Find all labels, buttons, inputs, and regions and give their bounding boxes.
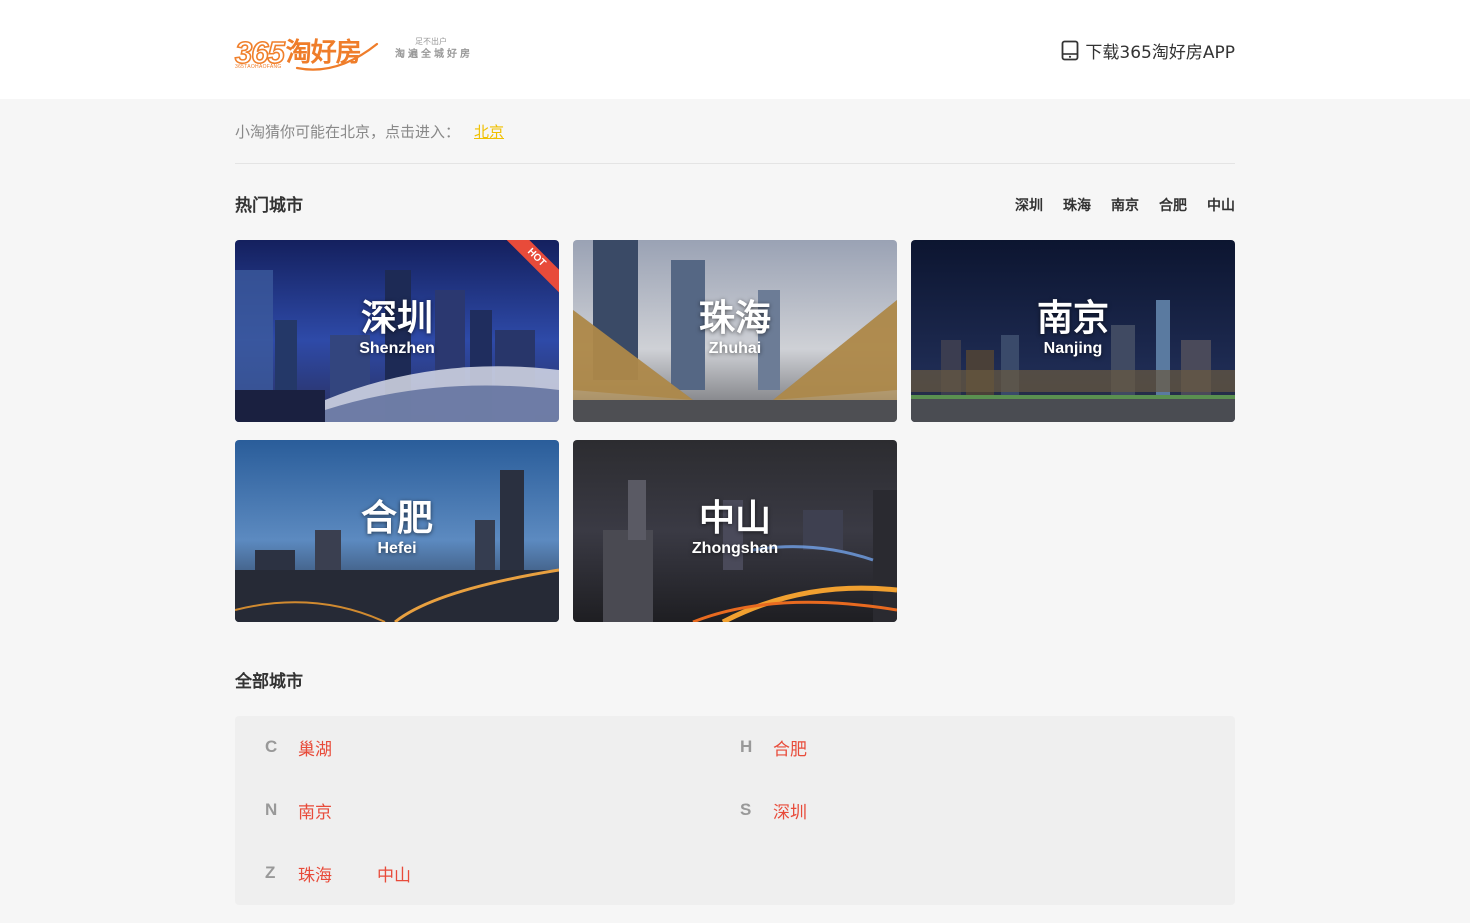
- city-card-text: 珠海 Zhuhai: [573, 298, 897, 360]
- location-guess-city-link[interactable]: 北京: [474, 121, 504, 142]
- city-card-name-cn: 南京: [1036, 298, 1109, 339]
- city-card-zhongshan[interactable]: 中山 Zhongshan: [573, 440, 897, 622]
- city-group-z: Z 珠海 中山: [235, 858, 456, 888]
- hot-link-shenzhen[interactable]: 深圳: [1015, 195, 1043, 215]
- city-card-text: 深圳 Shenzhen: [235, 298, 559, 360]
- city-link-chaohu[interactable]: 巢湖: [298, 735, 332, 760]
- city-link-zhuhai[interactable]: 珠海: [298, 861, 332, 886]
- city-group-c: C 巢湖: [235, 732, 377, 762]
- logo[interactable]: 365 淘好房 365TAOHAOFANG 足不出户 淘遍全城好房: [234, 28, 475, 72]
- city-card-name-en: Nanjing: [1043, 340, 1103, 357]
- city-group-h: H 合肥: [710, 732, 852, 762]
- city-group-letter: Z: [265, 863, 276, 882]
- city-card-nanjing[interactable]: 南京 Nanjing: [911, 240, 1235, 422]
- city-link-zhongshan[interactable]: 中山: [377, 861, 411, 886]
- city-card-text: 合肥 Hefei: [235, 498, 559, 560]
- city-card-shenzhen[interactable]: HOT 深圳 Shenzhen: [235, 240, 559, 422]
- city-group-letter: S: [740, 800, 752, 819]
- city-card-name-en: Zhongshan: [691, 540, 779, 557]
- city-card-name-en: Zhuhai: [708, 340, 762, 357]
- hot-link-nanjing[interactable]: 南京: [1111, 195, 1139, 215]
- city-card-zhuhai[interactable]: 珠海 Zhuhai: [573, 240, 897, 422]
- city-link-shenzhen[interactable]: 深圳: [773, 798, 807, 823]
- hot-link-zhongshan[interactable]: 中山: [1207, 195, 1235, 215]
- location-guess-prompt: 小淘猜你可能在北京，点击进入：: [235, 122, 461, 141]
- download-app-label: 下载365淘好房APP: [1085, 42, 1235, 63]
- hot-cities-title: 热门城市: [235, 196, 303, 216]
- all-cities-panel: C 巢湖 H 合肥 N 南京 S 深圳 Z 珠海 中山: [235, 716, 1235, 905]
- city-group-letter: N: [265, 800, 278, 819]
- location-guess: 小淘猜你可能在北京，点击进入： 北京: [235, 119, 1235, 143]
- city-group-letter: H: [740, 737, 753, 756]
- city-group-s: S 深圳: [710, 795, 852, 825]
- tablet-icon: [1062, 40, 1079, 60]
- logo-brand: 淘好房: [285, 38, 362, 68]
- city-card-text: 南京 Nanjing: [911, 298, 1235, 360]
- city-link-nanjing[interactable]: 南京: [298, 798, 332, 823]
- city-card-name-cn: 中山: [698, 498, 771, 539]
- logo-slogan: 淘遍全城好房: [395, 49, 473, 60]
- download-app-link[interactable]: 下载365淘好房APP: [1061, 38, 1235, 63]
- city-card-name-en: Hefei: [377, 540, 417, 557]
- divider: [235, 163, 1235, 164]
- city-card-text: 中山 Zhongshan: [573, 498, 897, 560]
- city-link-hefei[interactable]: 合肥: [773, 735, 807, 760]
- logo-english: 365TAOHAOFANG: [235, 64, 282, 70]
- city-group-letter: C: [265, 737, 278, 756]
- city-card-name-cn: 深圳: [360, 298, 433, 339]
- city-card-hefei[interactable]: 合肥 Hefei: [235, 440, 559, 622]
- header: 365 淘好房 365TAOHAOFANG 足不出户 淘遍全城好房 下载365淘…: [0, 0, 1470, 99]
- hot-link-hefei[interactable]: 合肥: [1159, 195, 1187, 215]
- all-cities-title: 全部城市: [235, 672, 303, 692]
- hot-link-zhuhai[interactable]: 珠海: [1063, 195, 1091, 215]
- city-card-name-cn: 合肥: [360, 498, 433, 539]
- city-card-name-cn: 珠海: [698, 298, 771, 339]
- city-card-name-en: Shenzhen: [359, 340, 435, 357]
- hot-city-quick-links: 深圳 珠海 南京 合肥 中山: [1015, 195, 1235, 215]
- city-group-n: N 南京: [235, 795, 377, 825]
